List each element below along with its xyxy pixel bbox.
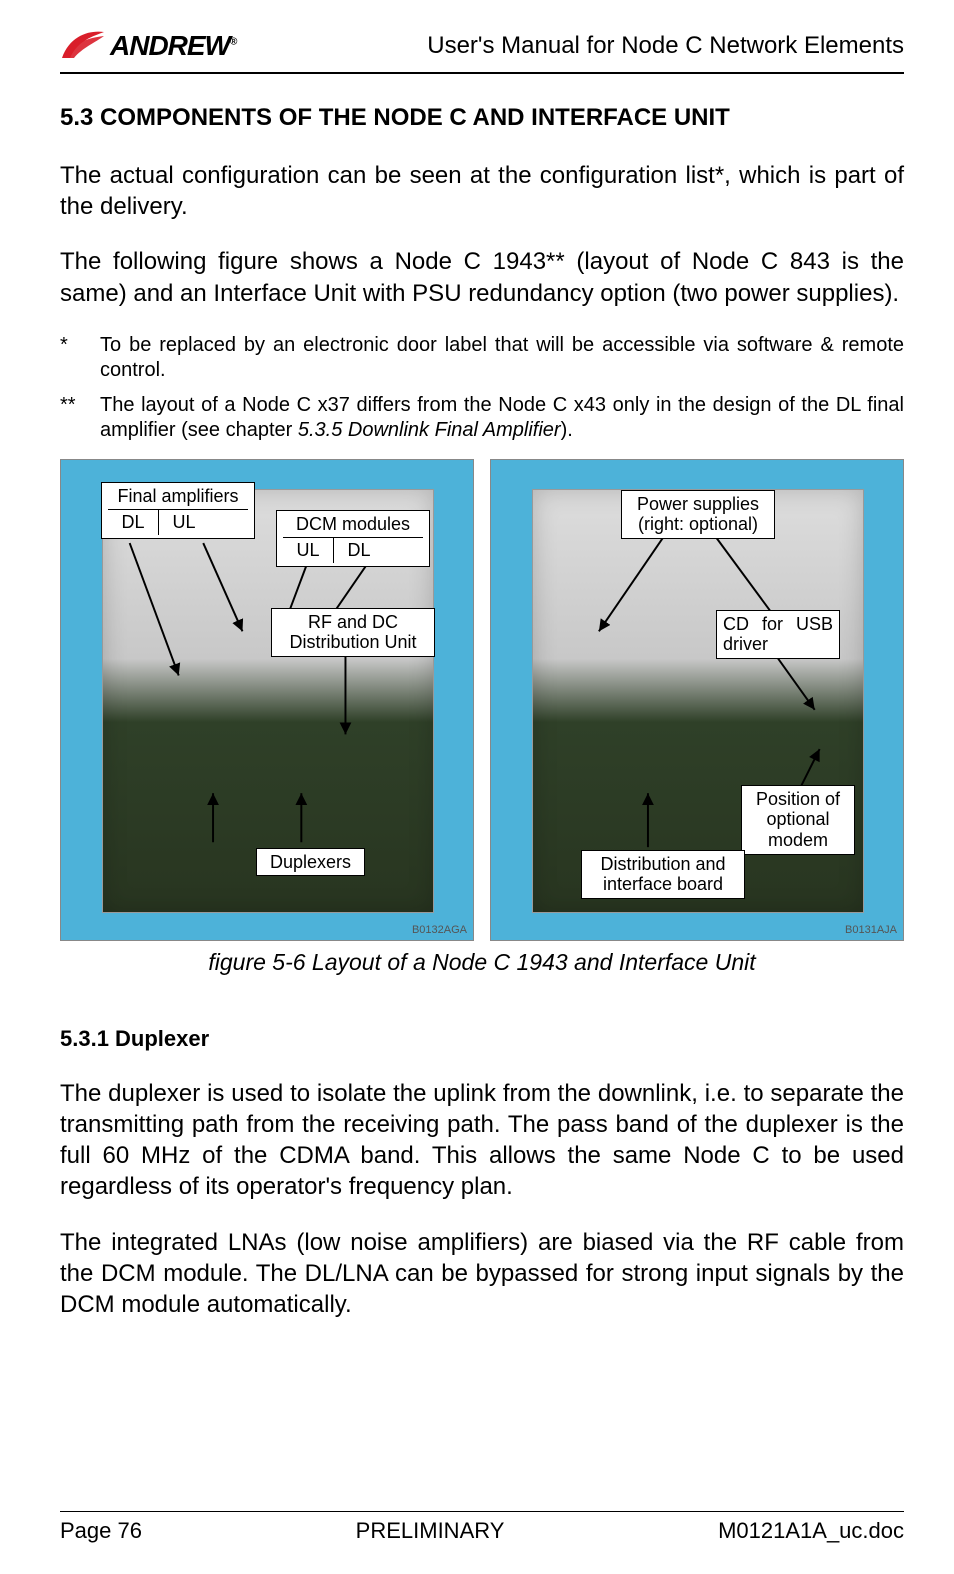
callout-distribution-board: Distribution and interface board [581, 850, 745, 899]
section-5-3-1-para1: The duplexer is used to isolate the upli… [60, 1078, 904, 1203]
footnote-2-text: The layout of a Node C x37 differs from … [100, 393, 904, 443]
figure-left-panel: Final amplifiers DL UL DCM modules UL DL… [60, 459, 474, 941]
footnote-1-text: To be replaced by an electronic door lab… [100, 333, 904, 383]
figure-5-6: Final amplifiers DL UL DCM modules UL DL… [60, 459, 904, 941]
document-title: User's Manual for Node C Network Element… [427, 32, 904, 60]
callout-optional-modem: Position of optional modem [741, 785, 855, 855]
brand-logo: ANDREW® [60, 30, 236, 62]
callout-final-amplifiers: Final amplifiers DL UL [101, 482, 255, 539]
callout-duplexers: Duplexers [256, 848, 365, 877]
page-header: ANDREW® User's Manual for Node C Network… [60, 30, 904, 74]
footer-status: PRELIMINARY [356, 1518, 505, 1544]
callout-power-supplies: Power supplies (right: optional) [621, 490, 775, 539]
callout-dcm-label: DCM modules [283, 514, 423, 535]
figure-right-panel: Power supplies (right: optional) CD for … [490, 459, 904, 941]
figure-right-ref: B0131AJA [845, 924, 897, 936]
footnote-2: ** The layout of a Node C x37 differs fr… [60, 393, 904, 443]
brand-name: ANDREW [110, 30, 230, 61]
footnote-2-text-b: ). [561, 419, 573, 441]
brand-swoosh-icon [60, 30, 106, 60]
callout-dcm-dl: DL [334, 538, 384, 563]
brand-reg: ® [230, 37, 236, 48]
footer-page: Page 76 [60, 1518, 142, 1544]
footnote-1-mark: * [60, 333, 100, 383]
figure-left-ref: B0132AGA [412, 924, 467, 936]
figure-5-6-caption: figure 5-6 Layout of a Node C 1943 and I… [60, 949, 904, 976]
callout-final-amp-ul: UL [159, 510, 209, 535]
section-5-3-heading: 5.3 COMPONENTS OF THE NODE C AND INTERFA… [60, 104, 904, 132]
callout-final-amplifiers-label: Final amplifiers [108, 486, 248, 507]
footnote-2-mark: ** [60, 393, 100, 443]
section-5-3-1-para2: The integrated LNAs (low noise amplifier… [60, 1227, 904, 1321]
callout-final-amp-dl: DL [108, 510, 159, 535]
callout-cd-usb: CD for USB driver [716, 610, 840, 659]
callout-dcm-modules: DCM modules UL DL [276, 510, 430, 567]
footnote-1: * To be replaced by an electronic door l… [60, 333, 904, 383]
section-5-3-para1: The actual configuration can be seen at … [60, 160, 904, 222]
footnote-2-text-em: 5.3.5 Downlink Final Amplifier [298, 419, 561, 441]
footer-file: M0121A1A_uc.doc [718, 1518, 904, 1544]
callout-dcm-ul: UL [283, 538, 334, 563]
section-5-3-1-heading: 5.3.1 Duplexer [60, 1026, 904, 1052]
callout-rf-dc: RF and DC Distribution Unit [271, 608, 435, 657]
section-5-3-para2: The following figure shows a Node C 1943… [60, 246, 904, 308]
page-footer: Page 76 PRELIMINARY M0121A1A_uc.doc [60, 1511, 904, 1544]
